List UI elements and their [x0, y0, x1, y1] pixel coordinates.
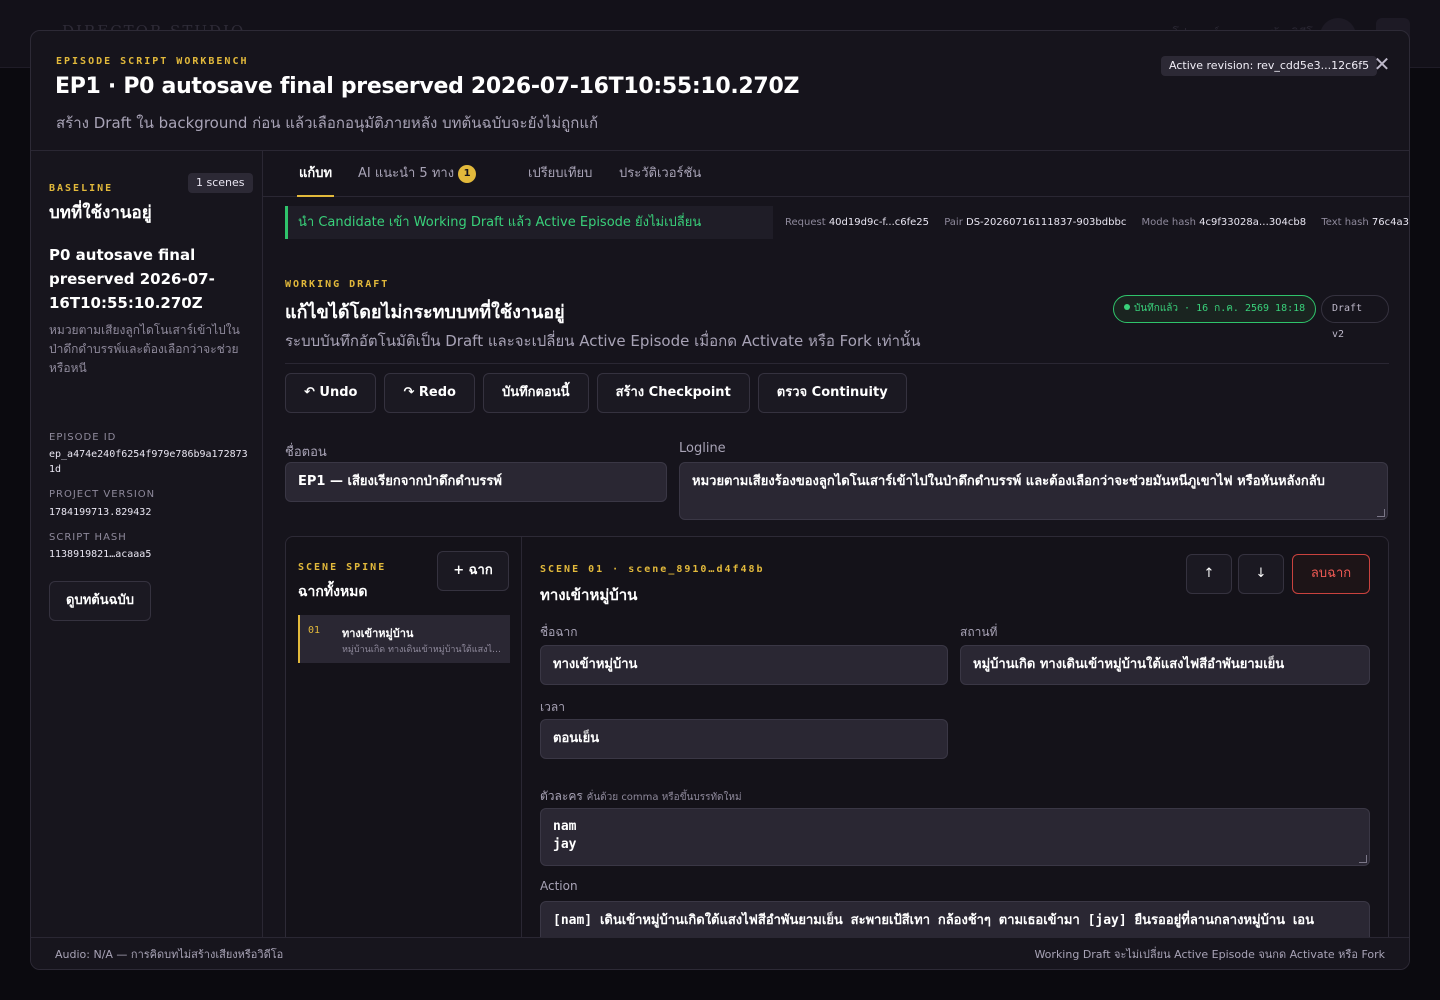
episode-description: หมวยตามเสียงลูกไดโนเสาร์เข้าไปในป่าดึกดำ… [49, 323, 240, 375]
move-down-button[interactable]: ↓ [1238, 554, 1284, 594]
saved-status-badge: บันทึกแล้ว · 16 ก.ค. 2569 18:18 [1113, 295, 1317, 323]
tab-bar: แก้บท AI แนะนำ 5 ทาง 1 เปรียบเทียบ ประวัต… [263, 151, 1409, 197]
logline-text: หมวยตามเสียงร้องของลูกไดโนเสาร์เข้าไปในป… [692, 474, 1325, 489]
draft-version-badge: Draft v2 [1321, 295, 1389, 340]
scene-editor: SCENE 01 · scene_8910…d4f48b ทางเข้าหมู่… [522, 537, 1388, 937]
modal-footer: Audio: N/A — การคิดบทไม่สร้างเสียงหรือวิ… [31, 937, 1409, 969]
tab-label: แก้บท [299, 166, 333, 181]
candidate-notice: นำ Candidate เข้า Working Draft แล้ว Act… [285, 206, 773, 239]
location-input[interactable]: หมู่บ้านเกิด ทางเดินเข้าหมู่บ้านใต้แสงไฟ… [960, 645, 1370, 685]
resize-handle-icon[interactable] [1377, 509, 1385, 517]
text-hash-label: Text hash [1321, 217, 1369, 228]
script-hash: 1138919821…acaaa5 [49, 549, 152, 560]
modal-header: EPISODE SCRIPT WORKBENCH EP1 · P0 autosa… [31, 31, 1409, 151]
characters-label-text: ตัวละคร [540, 789, 583, 803]
tab-ai-suggest[interactable]: AI แนะนำ 5 ทาง 1 [358, 151, 477, 197]
time-input[interactable]: ตอนเย็น [540, 719, 948, 759]
scene-editor-title: ทางเข้าหมู่บ้าน [540, 586, 638, 604]
view-original-button[interactable]: ดูบทต้นฉบับ [49, 581, 151, 621]
draft-toolbar: ↶ Undo ↷ Redo บันทึกตอนนี้ สร้าง Checkpo… [285, 373, 907, 413]
modal-title: EP1 · P0 autosave final preserved 2026-0… [55, 74, 800, 99]
scene-name-input[interactable]: ทางเข้าหมู่บ้าน [540, 645, 948, 685]
scene-editor-eyebrow: SCENE 01 · scene_8910…d4f48b [540, 564, 765, 575]
footer-draft-note: Working Draft จะไม่เปลี่ยน Active Episod… [1034, 948, 1385, 961]
pair-label: Pair [944, 217, 963, 228]
request-value: 40d19d9c-f...c6fe25 [828, 217, 930, 228]
tab-compare[interactable]: เปรียบเทียบ [528, 151, 592, 197]
delete-scene-button[interactable]: ลบฉาก [1292, 554, 1370, 594]
divider [285, 363, 1389, 364]
footer-audio-note: Audio: N/A — การคิดบทไม่สร้างเสียงหรือวิ… [55, 948, 284, 961]
action-label: Action [540, 879, 578, 893]
action-text: [nam] เดินเข้าหมู่บ้านเกิดใต้แสงไฟสีอำพั… [553, 913, 1314, 928]
mode-hash-value: 4c9f33028a…304cb8 [1199, 217, 1307, 228]
action-textarea[interactable]: [nam] เดินเข้าหมู่บ้านเกิดใต้แสงไฟสีอำพั… [540, 901, 1370, 937]
redo-button[interactable]: ↷ Redo [384, 373, 475, 413]
characters-hint: คั่นด้วย comma หรือขึ้นบรรทัดใหม่ [586, 792, 742, 803]
logline-textarea[interactable]: หมวยตามเสียงร้องของลูกไดโนเสาร์เข้าไปในป… [679, 462, 1388, 520]
tab-edit[interactable]: แก้บท [297, 151, 335, 197]
move-up-button[interactable]: ↑ [1186, 554, 1232, 594]
episode-title-label: ชื่อตอน [285, 445, 327, 460]
episode-id: ep_a474e240f6254f979e786b9a1728731d [49, 449, 248, 475]
scene-count-badge: 1 scenes [188, 173, 253, 193]
scene-item-desc: หมู่บ้านเกิด ทางเดินเข้าหมู่บ้านใต้แสงไฟ… [342, 645, 504, 655]
logline-label: Logline [679, 441, 726, 456]
modal-eyebrow: EPISODE SCRIPT WORKBENCH [56, 56, 249, 67]
active-revision-badge: Active revision: rev_cdd5e3...12c6f5 [1161, 56, 1378, 76]
close-icon[interactable]: ✕ [1369, 51, 1395, 77]
saved-dot-icon [1124, 304, 1130, 310]
tab-label: ประวัติเวอร์ชัน [619, 166, 702, 181]
location-label: สถานที่ [960, 625, 998, 639]
undo-button[interactable]: ↶ Undo [285, 373, 377, 413]
hash-readout: Request 40d19d9c-f...c6fe25 Pair DS-2026… [785, 217, 1409, 228]
scene-spine-title: ฉากทั้งหมด [298, 584, 368, 600]
tab-version-history[interactable]: ประวัติเวอร์ชัน [619, 151, 701, 197]
scene-spine-eyebrow: SCENE SPINE [298, 562, 387, 573]
add-scene-button[interactable]: + ฉาก [437, 551, 509, 591]
resize-handle-icon[interactable] [1359, 855, 1367, 863]
baseline-eyebrow: BASELINE [49, 183, 114, 194]
episode-title-input[interactable]: EP1 — เสียงเรียกจากป่าดึกดำบรรพ์ [285, 462, 667, 502]
script-hash-label: SCRIPT HASH [49, 532, 127, 543]
create-checkpoint-button[interactable]: สร้าง Checkpoint [596, 373, 750, 413]
check-continuity-button[interactable]: ตรวจ Continuity [757, 373, 907, 413]
working-draft-subtitle: ระบบบันทึกอัตโนมัติเป็น Draft และจะเปลี่… [285, 332, 921, 350]
baseline-sidebar: BASELINE 1 scenes บทที่ใช้งานอยู่ P0 aut… [31, 151, 263, 937]
request-label: Request [785, 217, 826, 228]
episode-id-label: EPISODE ID [49, 432, 117, 443]
baseline-heading: บทที่ใช้งานอยู่ [49, 203, 152, 223]
project-version: 1784199713.829432 [49, 507, 152, 518]
scene-spine: SCENE SPINE ฉากทั้งหมด + ฉาก 01 ทางเข้าห… [286, 537, 522, 937]
characters-label: ตัวละคร คั่นด้วย comma หรือขึ้นบรรทัดใหม… [540, 787, 742, 806]
mode-hash-label: Mode hash [1141, 217, 1196, 228]
working-draft-eyebrow: WORKING DRAFT [285, 279, 390, 290]
episode-script-workbench-modal: EPISODE SCRIPT WORKBENCH EP1 · P0 autosa… [30, 30, 1410, 970]
characters-text: nam jay [553, 819, 577, 852]
scene-item-title: ทางเข้าหมู่บ้าน [342, 627, 414, 640]
scene-name-label: ชื่อฉาก [540, 625, 578, 639]
episode-name: P0 autosave final preserved 2026-07-16T1… [49, 246, 215, 312]
save-now-button[interactable]: บันทึกตอนนี้ [482, 373, 589, 413]
project-version-label: PROJECT VERSION [49, 489, 156, 500]
text-hash-value: 76c4a3bda5…4a7973 [1371, 217, 1409, 228]
list-item[interactable]: 01 ทางเข้าหมู่บ้าน หมู่บ้านเกิด ทางเดินเ… [298, 615, 510, 663]
working-draft-title: แก้ไขได้โดยไม่กระทบบทที่ใช้งานอยู่ [285, 302, 565, 323]
pair-value: DS-20260716111837-903bdbbc [966, 217, 1127, 228]
scene-number: 01 [308, 625, 321, 636]
tab-label: AI แนะนำ 5 ทาง [358, 166, 455, 181]
scene-panel: SCENE SPINE ฉากทั้งหมด + ฉาก 01 ทางเข้าห… [285, 536, 1389, 937]
modal-subtitle: สร้าง Draft ใน background ก่อน แล้วเลือก… [56, 114, 599, 132]
characters-textarea[interactable]: nam jay [540, 808, 1370, 866]
main-panel: แก้บท AI แนะนำ 5 ทาง 1 เปรียบเทียบ ประวัต… [263, 151, 1409, 937]
tab-label: เปรียบเทียบ [528, 166, 593, 181]
time-label: เวลา [540, 700, 565, 714]
suggestion-count-badge: 1 [458, 165, 477, 183]
saved-status-text: บันทึกแล้ว · 16 ก.ค. 2569 18:18 [1134, 303, 1306, 314]
